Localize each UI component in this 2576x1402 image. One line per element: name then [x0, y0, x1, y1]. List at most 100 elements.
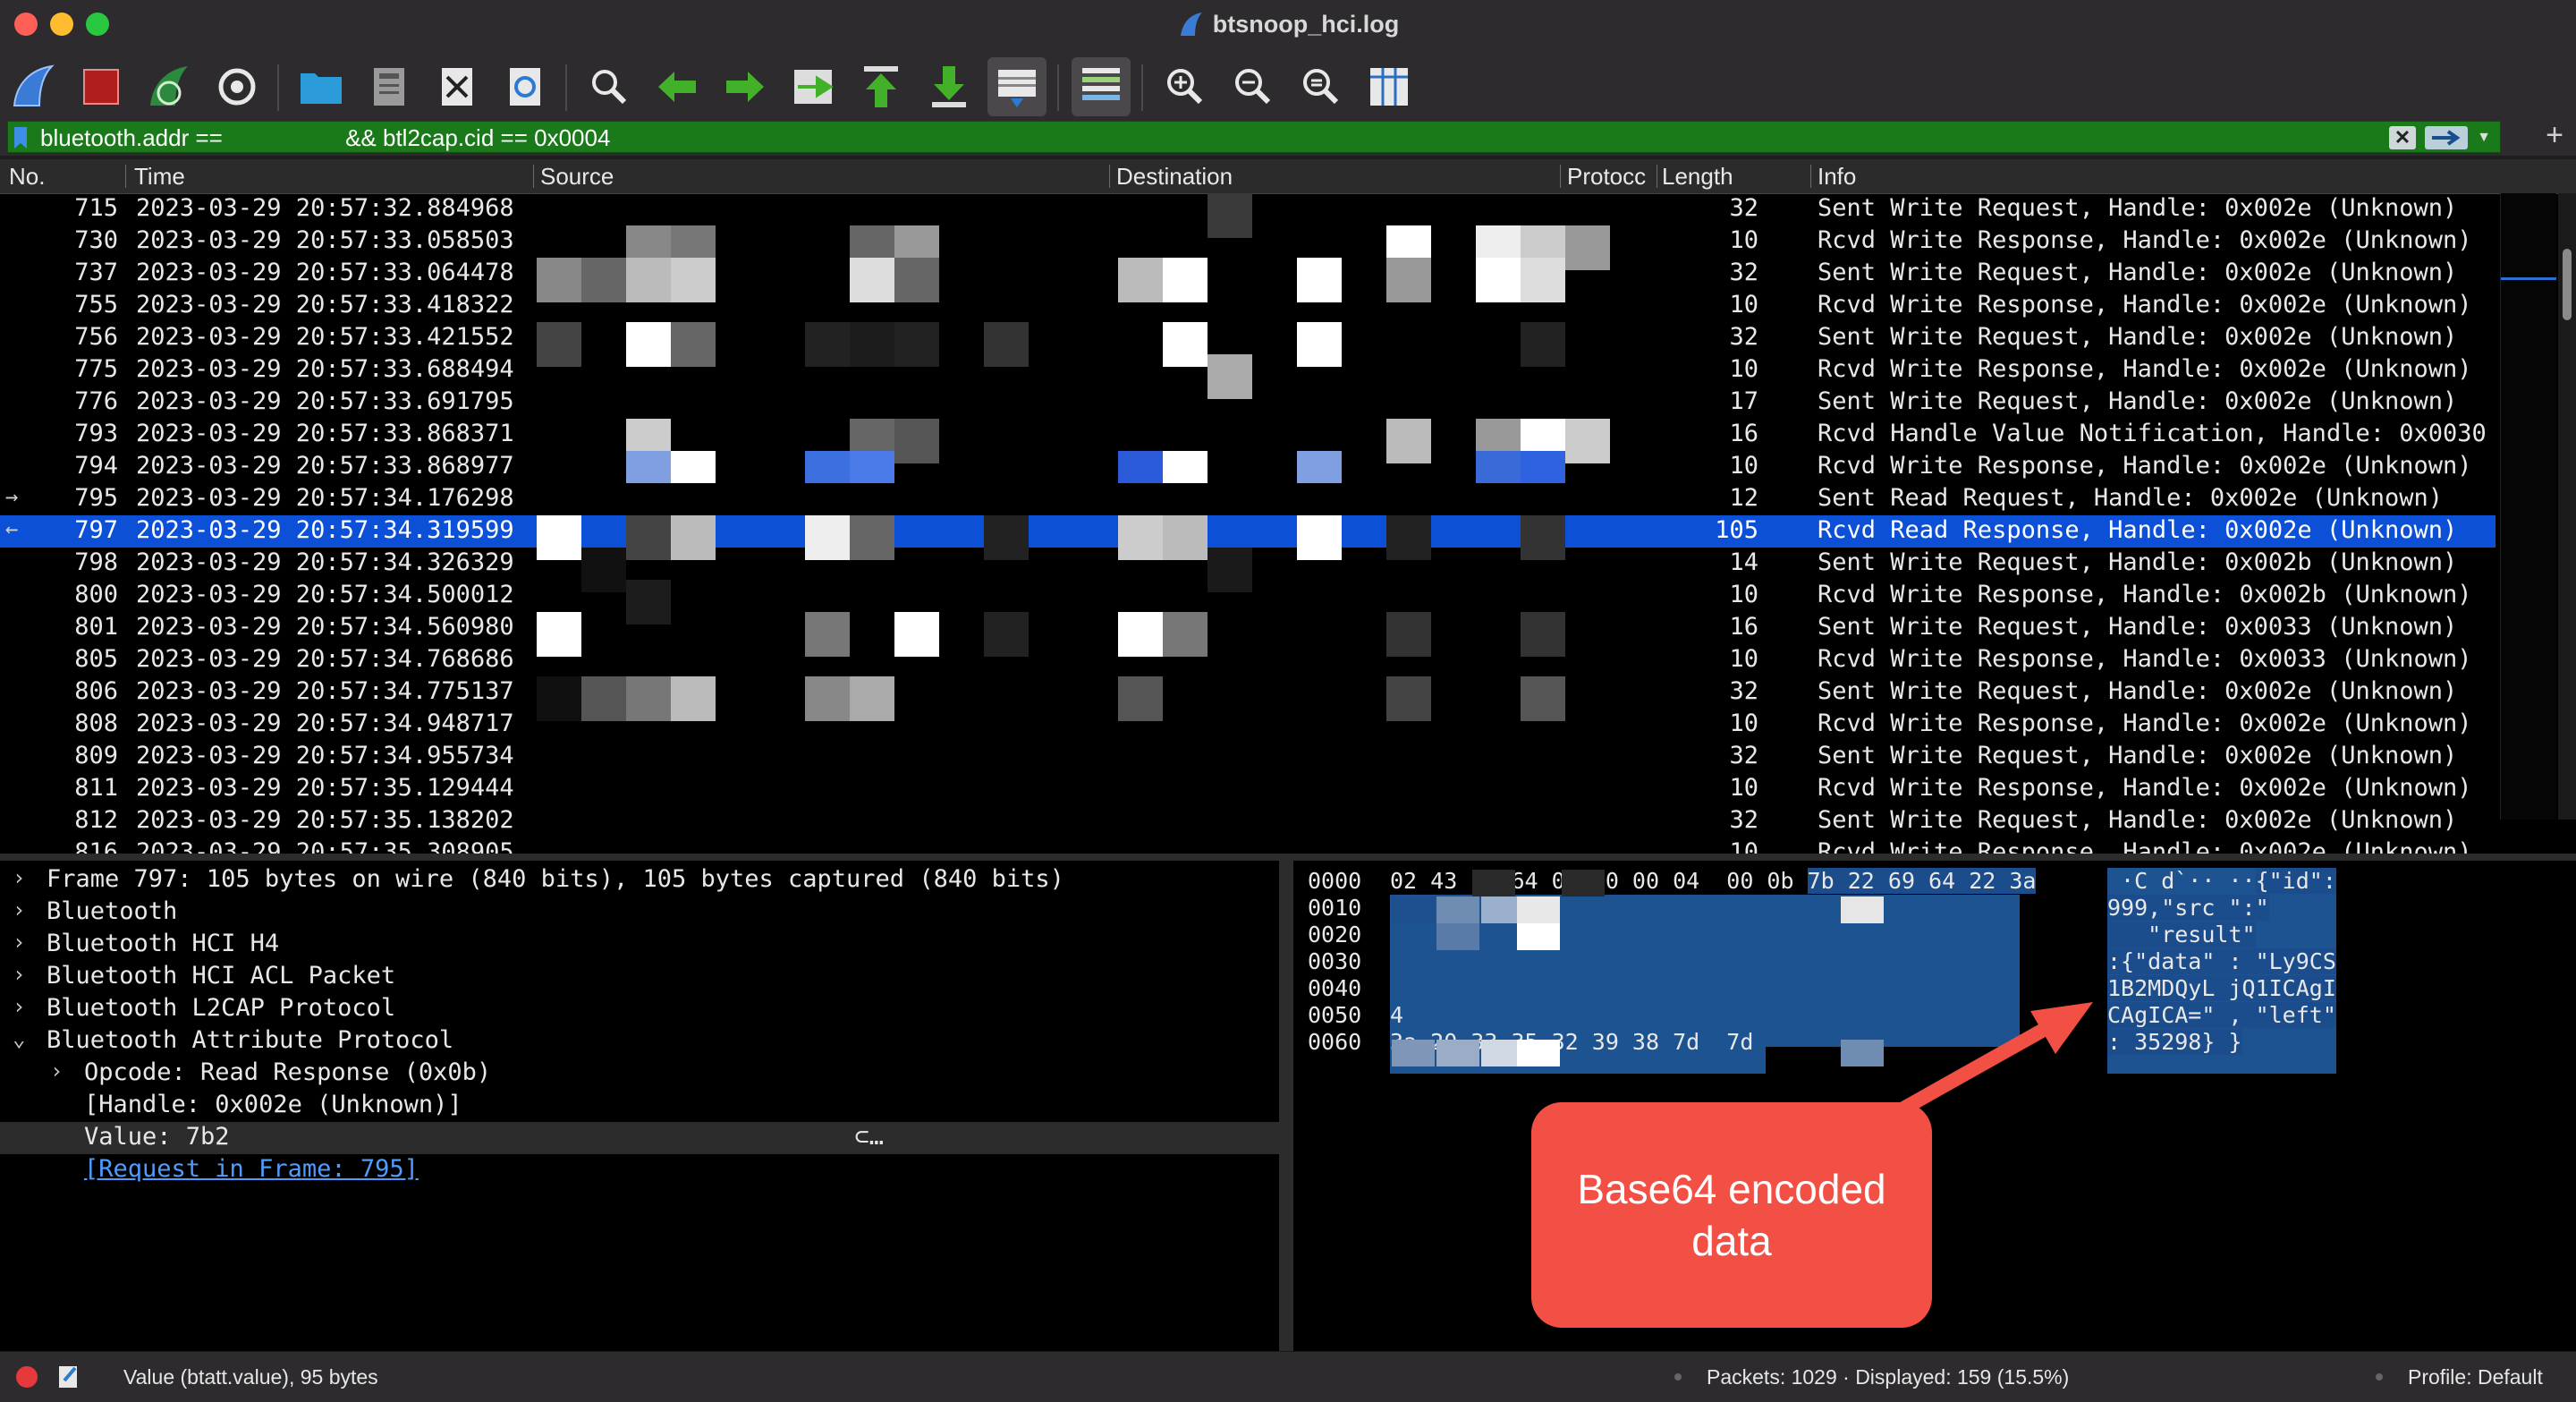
column-protocol[interactable]: Protocc — [1567, 163, 1653, 191]
detail-tree-item[interactable]: › Bluetooth — [0, 896, 1279, 929]
column-time[interactable]: Time — [134, 163, 528, 191]
packet-info: Rcvd Write Response, Handle: 0x002e (Unk… — [1818, 774, 2472, 802]
redacted-pixel-block — [1521, 612, 1565, 657]
annotation-text: Base64 encoded data — [1577, 1166, 1886, 1264]
go-back-button[interactable] — [648, 57, 707, 116]
save-file-button[interactable] — [360, 57, 419, 116]
zoom-out-icon — [1235, 69, 1271, 105]
open-file-button[interactable] — [292, 57, 351, 116]
detail-tree-item[interactable]: Value: 7b2 ⊂… — [0, 1122, 1279, 1154]
expert-info-icon[interactable] — [16, 1366, 38, 1388]
apply-filter-button[interactable] — [2425, 126, 2468, 149]
packet-list-scrollbar[interactable] — [2558, 193, 2576, 820]
redacted-pixel-block — [984, 515, 1029, 560]
packet-info: Sent Write Request, Handle: 0x002e (Unkn… — [1818, 387, 2458, 415]
redacted-pixel-block — [581, 676, 626, 721]
redacted-byte-block — [1392, 896, 1435, 923]
stop-capture-icon — [83, 69, 119, 105]
restart-capture-icon — [150, 66, 188, 106]
first-packet-button[interactable] — [852, 57, 911, 116]
normal-size-button[interactable] — [1292, 57, 1351, 116]
redacted-pixel-block — [537, 258, 581, 302]
redacted-pixel-block — [805, 515, 850, 560]
byte-ascii[interactable]: CAgICA=" , "left" — [2107, 1002, 2336, 1028]
clear-filter-button[interactable]: ✕ — [2389, 126, 2416, 149]
auto-scroll-button[interactable] — [987, 57, 1046, 116]
byte-ascii[interactable]: 999,"src ":" — [2107, 895, 2269, 921]
redacted-pixel-block — [1208, 354, 1252, 399]
byte-ascii[interactable]: 1B2MDQyL jQ1ICAgI — [2107, 975, 2336, 1001]
detail-tree-item[interactable]: › Bluetooth HCI ACL Packet — [0, 961, 1279, 993]
column-length[interactable]: Length — [1662, 163, 1796, 191]
arrow-right-icon — [2432, 130, 2461, 146]
pane-splitter[interactable] — [0, 854, 2576, 861]
detail-tree-label: Opcode: Read Response (0x0b) — [84, 1058, 492, 1086]
status-profile[interactable]: Profile: Default — [2408, 1365, 2543, 1389]
details-bytes-splitter[interactable] — [1279, 861, 1293, 1351]
byte-ascii[interactable]: :{"data" : "Ly9CS — [2107, 948, 2336, 974]
find-packet-button[interactable] — [580, 57, 639, 116]
display-filter-text[interactable]: bluetooth.addr == && btl2cap.cid == 0x00… — [40, 124, 610, 152]
go-forward-icon — [726, 72, 764, 102]
packet-info: Sent Write Request, Handle: 0x002e (Unkn… — [1818, 677, 2458, 705]
redacted-pixel-block — [537, 322, 581, 367]
go-to-packet-button[interactable] — [784, 57, 843, 116]
column-source[interactable]: Source — [540, 163, 1104, 191]
last-packet-button[interactable] — [919, 57, 979, 116]
bookmark-icon[interactable] — [13, 126, 28, 149]
detail-tree-item[interactable]: [Handle: 0x002e (Unknown)] — [0, 1090, 1279, 1122]
column-info[interactable]: Info — [1818, 163, 1996, 191]
reload-file-button[interactable] — [496, 57, 555, 116]
redacted-pixel-block — [1118, 451, 1163, 483]
chevron-right-icon[interactable]: › — [13, 897, 25, 922]
detail-tree-item[interactable]: ⌄ Bluetooth Attribute Protocol — [0, 1025, 1279, 1058]
packet-info: Sent Write Request, Handle: 0x002e (Unkn… — [1818, 194, 2458, 222]
go-forward-button[interactable] — [716, 57, 775, 116]
display-filter-input[interactable]: bluetooth.addr == && btl2cap.cid == 0x00… — [7, 121, 2501, 153]
byte-ascii-plain: ·C d`·· ·· — [2107, 868, 2256, 894]
packet-minimap[interactable] — [2500, 193, 2556, 820]
start-capture-button[interactable] — [4, 57, 63, 116]
colorize-button[interactable] — [1072, 57, 1131, 116]
column-no[interactable]: No. — [9, 163, 116, 191]
capture-comment-icon[interactable] — [57, 1363, 80, 1389]
byte-ascii[interactable]: "result" — [2107, 922, 2256, 947]
packet-info: Sent Write Request, Handle: 0x002e (Unkn… — [1818, 323, 2458, 351]
colorize-icon — [1082, 68, 1120, 100]
stop-capture-button[interactable] — [72, 57, 131, 116]
detail-tree-item[interactable]: › Bluetooth L2CAP Protocol — [0, 993, 1279, 1025]
detail-tree-item[interactable]: › Opcode: Read Response (0x0b) — [0, 1058, 1279, 1090]
close-file-button[interactable] — [428, 57, 487, 116]
byte-ascii[interactable]: ·C d`·· ··{"id": — [2107, 868, 2336, 894]
column-destination[interactable]: Destination — [1116, 163, 1555, 191]
detail-tree-item[interactable]: › Frame 797: 105 bytes on wire (840 bits)… — [0, 864, 1279, 896]
redacted-pixel-block — [984, 322, 1029, 367]
zoom-in-button[interactable] — [1156, 57, 1215, 116]
redacted-pixel-block — [850, 515, 894, 560]
packet-details-tree[interactable]: › Frame 797: 105 bytes on wire (840 bits)… — [0, 861, 1279, 1351]
add-filter-button[interactable]: + — [2546, 118, 2563, 153]
redacted-pixel-block — [850, 676, 894, 721]
zoom-out-button[interactable] — [1224, 57, 1283, 116]
chevron-right-icon[interactable]: › — [13, 994, 25, 1019]
filter-history-dropdown[interactable]: ▼ — [2473, 126, 2495, 149]
detail-tree-item[interactable]: › Bluetooth HCI H4 — [0, 929, 1279, 961]
chevron-right-icon[interactable]: › — [13, 865, 25, 890]
byte-ascii[interactable]: : 35298} } — [2107, 1029, 2242, 1055]
resize-columns-button[interactable] — [1360, 57, 1419, 116]
capture-options-button[interactable] — [208, 57, 267, 116]
start-capture-icon — [13, 64, 55, 106]
chevron-down-icon[interactable]: ⌄ — [13, 1026, 25, 1051]
chevron-right-icon[interactable]: › — [13, 962, 25, 987]
chevron-right-icon[interactable]: › — [50, 1058, 63, 1083]
request-frame-link[interactable]: [Request in Frame: 795] — [0, 1154, 1279, 1186]
byte-hex[interactable]: 4 — [1390, 1002, 1403, 1028]
byte-ascii-selected: : 35298} } — [2107, 1029, 2242, 1055]
scrollbar-thumb[interactable] — [2563, 249, 2572, 320]
chevron-right-icon[interactable]: › — [13, 930, 25, 955]
redacted-address-blocks — [0, 193, 1699, 854]
packet-bytes-pane[interactable]: 000002 43 20 64 00 60 00 04 00 0b 7b 22 … — [1293, 861, 2576, 1351]
packet-list[interactable]: No. Time Source Destination Protocc Leng… — [0, 159, 2576, 854]
restart-capture-button[interactable] — [140, 57, 199, 116]
redacted-byte-block — [1436, 923, 1479, 950]
